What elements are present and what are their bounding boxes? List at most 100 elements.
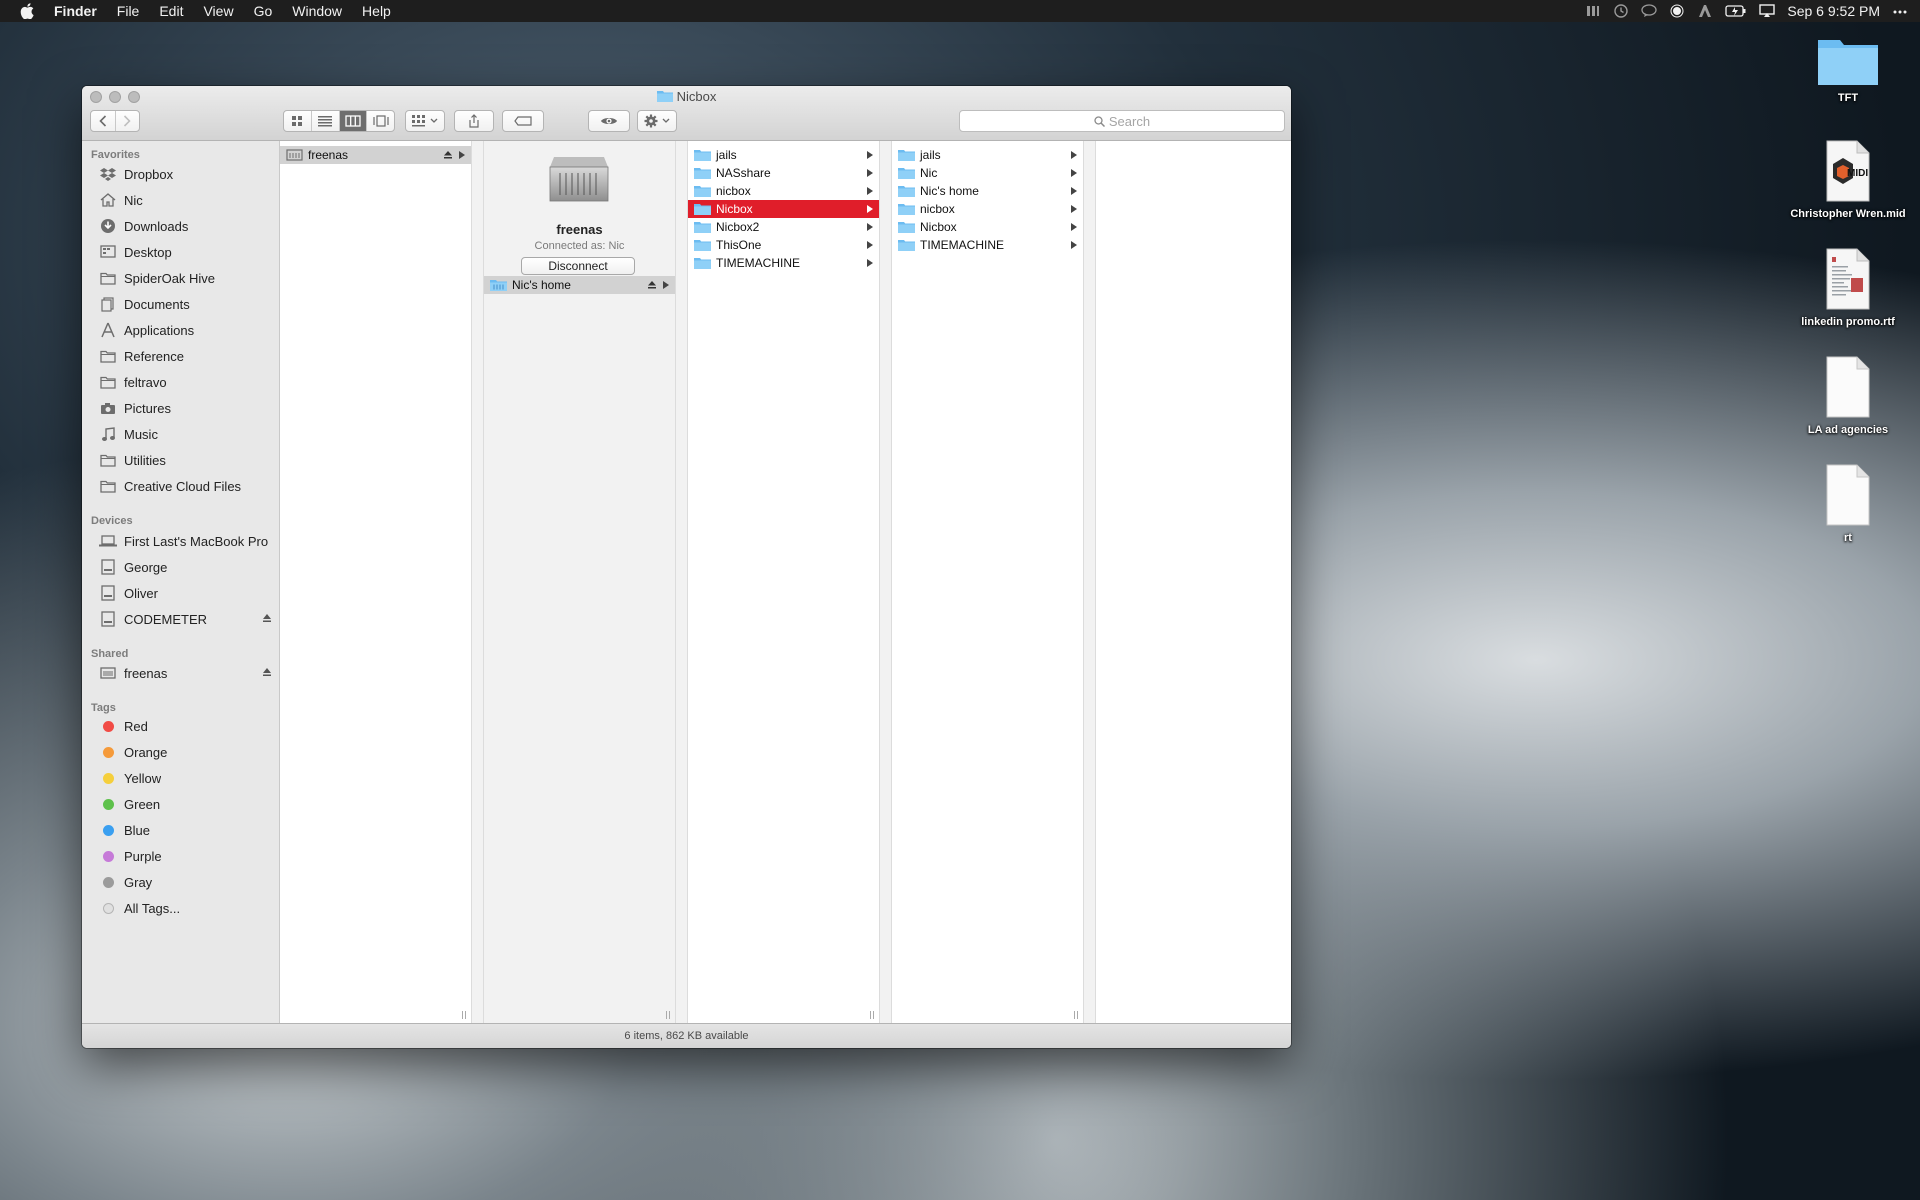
sidebar-item-macbook-pro[interactable]: First Last's MacBook Pro (82, 530, 279, 552)
list-view-button[interactable] (312, 111, 340, 131)
sidebar-item-pictures[interactable]: Pictures (82, 397, 279, 419)
column-row-nicbox2[interactable]: Nicbox2 (688, 218, 879, 236)
notification-icon[interactable] (1669, 4, 1685, 18)
icon-view-button[interactable] (284, 111, 312, 131)
sidebar-header-devices: Devices (91, 515, 133, 527)
sidebar-item-reference[interactable]: Reference (82, 345, 279, 367)
menu-view[interactable]: View (203, 3, 233, 19)
sidebar-item-oliver[interactable]: Oliver (82, 582, 279, 604)
server-icon (100, 667, 116, 679)
messages-icon[interactable] (1641, 4, 1658, 18)
column-row-thisone[interactable]: ThisOne (688, 236, 879, 254)
desktop-icon (100, 245, 116, 258)
sidebar-item-music[interactable]: Music (82, 423, 279, 445)
tag-icon (514, 116, 532, 126)
window-title-text: Nicbox (676, 89, 717, 104)
disclosure-arrow-icon (867, 205, 873, 213)
column-row-nicbox-selected[interactable]: Nicbox (688, 200, 879, 218)
column-row-timemachine[interactable]: TIMEMACHINE (688, 254, 879, 272)
desktop-item-linkedin-promo[interactable]: linkedin promo.rtf (1778, 248, 1918, 328)
sidebar-item-desktop[interactable]: Desktop (82, 241, 279, 263)
eject-icon[interactable] (262, 612, 272, 624)
disclosure-arrow-icon (867, 169, 873, 177)
column-row-timemachine[interactable]: TIMEMACHINE (892, 236, 1083, 254)
column-row-jails[interactable]: jails (688, 146, 879, 164)
eject-icon[interactable] (443, 150, 453, 160)
sidebar-item-documents[interactable]: Documents (82, 293, 279, 315)
view-mode-control (283, 110, 395, 132)
share-row-nics-home[interactable]: Nic's home (484, 276, 675, 294)
column-resize-handle[interactable] (461, 1011, 467, 1019)
sidebar-item-creative-cloud-files[interactable]: Creative Cloud Files (82, 475, 279, 497)
columns-icon (345, 115, 361, 127)
menu-file[interactable]: File (117, 3, 140, 19)
tag-button[interactable] (502, 110, 544, 132)
sidebar-item-applications[interactable]: Applications (82, 319, 279, 341)
bars-status-icon[interactable] (1585, 4, 1601, 18)
sidebar-item-freenas[interactable]: freenas (82, 662, 279, 684)
sidebar-item-codemeter[interactable]: CODEMETER (82, 608, 279, 630)
eject-icon[interactable] (647, 280, 657, 290)
column-view-button[interactable] (339, 111, 368, 131)
folder-icon (100, 454, 116, 467)
music-icon (102, 426, 115, 441)
desktop-item-rt[interactable]: rt (1778, 464, 1918, 544)
column-row-nicbox-lower[interactable]: nicbox (892, 200, 1083, 218)
sidebar-tag-orange[interactable]: Orange (82, 741, 279, 763)
column-row-jails[interactable]: jails (892, 146, 1083, 164)
menu-clock[interactable]: Sep 6 9:52 PM (1787, 3, 1880, 19)
sidebar-tag-gray[interactable]: Gray (82, 871, 279, 893)
sidebar-tag-red[interactable]: Red (82, 715, 279, 737)
forward-button[interactable] (116, 111, 140, 131)
eject-icon[interactable] (262, 666, 272, 678)
tag-dot-icon (102, 798, 114, 810)
row-label: Nic (920, 166, 938, 180)
column-row-nicbox-lower[interactable]: nicbox (688, 182, 879, 200)
sidebar-tag-purple[interactable]: Purple (82, 845, 279, 867)
menu-edit[interactable]: Edit (159, 3, 183, 19)
apple-menu-icon[interactable] (20, 3, 34, 19)
folder-icon (656, 91, 673, 102)
sidebar: Favorites Dropbox Nic Downloads Desktop … (82, 141, 280, 1023)
sidebar-item-dropbox[interactable]: Dropbox (82, 163, 279, 185)
quick-look-button[interactable] (588, 110, 630, 132)
column-row-nicbox[interactable]: Nicbox (892, 218, 1083, 236)
column-row-nics-home[interactable]: Nic's home (892, 182, 1083, 200)
time-machine-icon[interactable] (1613, 4, 1629, 18)
sidebar-item-spideroak-hive[interactable]: SpiderOak Hive (82, 267, 279, 289)
menu-window[interactable]: Window (292, 3, 342, 19)
airplay-icon[interactable] (1759, 4, 1776, 18)
adobe-icon[interactable] (1697, 4, 1713, 18)
desktop-item-christopher-wren-mid[interactable]: MIDI Christopher Wren.mid (1778, 140, 1918, 220)
column-row-nic[interactable]: Nic (892, 164, 1083, 182)
sidebar-tag-blue[interactable]: Blue (82, 819, 279, 841)
sidebar-item-george[interactable]: George (82, 556, 279, 578)
column-resize-handle[interactable] (869, 1011, 875, 1019)
desktop-item-tft[interactable]: TFT (1778, 36, 1918, 104)
more-icon[interactable] (1892, 4, 1908, 18)
sidebar-tag-yellow[interactable]: Yellow (82, 767, 279, 789)
menu-help[interactable]: Help (362, 3, 391, 19)
cover-flow-button[interactable] (367, 111, 394, 131)
column-resize-handle[interactable] (665, 1011, 671, 1019)
sidebar-item-feltravo[interactable]: feltravo (82, 371, 279, 393)
sidebar-item-downloads[interactable]: Downloads (82, 215, 279, 237)
desktop-item-la-ad-agencies[interactable]: LA ad agencies (1778, 356, 1918, 436)
sidebar-tag-green[interactable]: Green (82, 793, 279, 815)
sidebar-all-tags[interactable]: All Tags... (82, 897, 279, 919)
disconnect-button[interactable]: Disconnect (521, 257, 635, 275)
menu-app-name[interactable]: Finder (54, 3, 97, 19)
menu-go[interactable]: Go (254, 3, 273, 19)
sidebar-item-utilities[interactable]: Utilities (82, 449, 279, 471)
arrange-button[interactable] (405, 110, 445, 132)
column-row-nasshare[interactable]: NASshare (688, 164, 879, 182)
sidebar-item-nic[interactable]: Nic (82, 189, 279, 211)
row-label: NASshare (716, 166, 771, 180)
column-row-freenas[interactable]: freenas (280, 146, 471, 164)
action-button[interactable] (637, 110, 677, 132)
battery-icon[interactable] (1725, 4, 1747, 18)
column-resize-handle[interactable] (1073, 1011, 1079, 1019)
search-field[interactable]: Search (959, 110, 1285, 132)
back-button[interactable] (91, 111, 116, 131)
share-button[interactable] (454, 110, 494, 132)
